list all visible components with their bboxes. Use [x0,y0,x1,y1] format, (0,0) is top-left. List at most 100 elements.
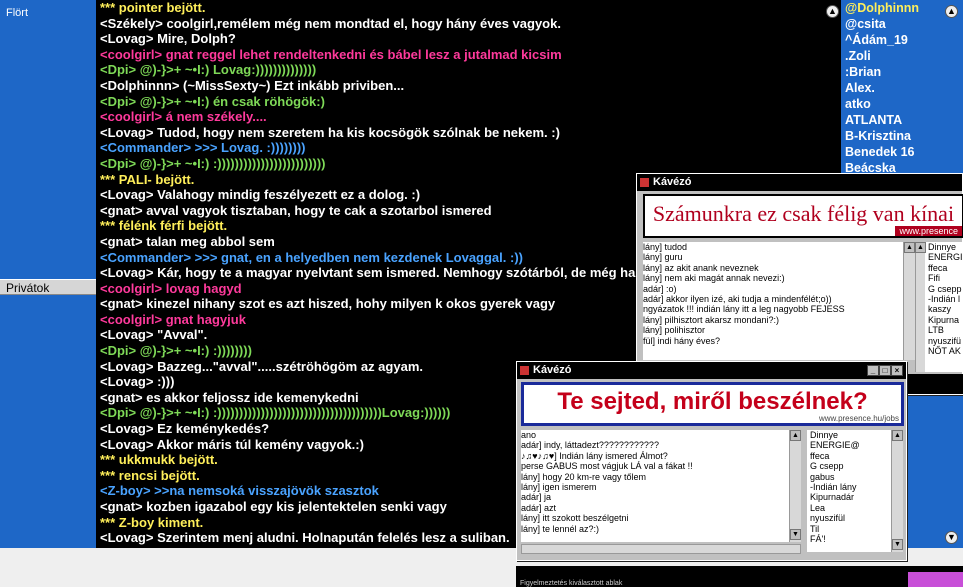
window-user-item[interactable]: nyuszifü [925,336,963,346]
window-user-item[interactable]: ffeca [807,451,891,461]
user-scroll-up-icon[interactable]: ▲ [892,430,903,441]
chat-line: <Lovag> Mire, Dolph? [100,31,236,47]
nick-item[interactable]: :Brian [845,64,963,80]
maximize-button[interactable]: □ [879,365,891,376]
window-user-item[interactable]: Dinnye [925,242,963,252]
chat-line: <Lovag> Tudod, hogy nem szeretem ha kis … [100,124,560,140]
chat-line: <Dpi> @)-}>+ ~•I:) Lovag:)))))))))))))) [100,62,317,78]
window-user-item[interactable]: LTB [925,325,963,335]
ad-banner[interactable]: Számunkra ez csak félig van kínai www.pr… [643,194,963,238]
chat-line: <Dolphinnn> (~MissSexty~) Ezt inkább pri… [100,77,405,93]
window-title: Kávézó [653,176,692,188]
window-chat-line: fül] indi hány éves? [643,335,721,346]
window-user-item[interactable]: nyuszifül [807,513,891,523]
left-panel: Flört Privátok [0,0,96,548]
status-text: Figyelmeztetés kiválasztott ablak [520,580,623,587]
window-user-item[interactable]: -Indián l [925,294,963,304]
window-user-item[interactable]: NŐT AK [925,346,963,356]
scroll-down-icon[interactable]: ▼ [790,529,801,540]
nick-scroll-down-icon[interactable]: ▼ [945,531,958,544]
window-chat-line: adár] akkor ilyen izé, aki tudja a minde… [643,294,832,305]
window-chat-line: lány] igen ismerem [521,482,597,493]
chat-line: *** pointer bejött. [100,0,206,15]
window-user-item[interactable]: -Indián lány [807,482,891,492]
nick-scroll-up-icon[interactable]: ▲ [945,5,958,18]
window-chat-scrollbar[interactable]: ▲ ▼ [789,430,801,542]
window-icon [640,178,649,187]
window-user-item[interactable]: Lea [807,503,891,513]
window-chat-line: lány] pilhisztort akarsz mondani?:) [643,314,780,325]
window-user-item[interactable]: ENERGIE [925,252,963,262]
window-chat-line: adár] indy, láttadezt???????????? [521,440,659,451]
window-chat-line: adár] azt [521,502,557,513]
private-messages-tab[interactable]: Privátok [0,279,96,295]
window-chat-log: lány] tudod lány] guru lány] az akit anank… [643,242,903,360]
window-user-list[interactable]: DinnyeENERGIEffecaFifiG csepp-Indián lka… [925,242,963,372]
nick-item[interactable]: atko [845,96,963,112]
window-icon [520,366,529,375]
window-user-item[interactable]: G csepp [807,461,891,471]
kavezo-window-front[interactable]: Kávézó _ □ × Te sejted, miről beszélnek?… [516,361,907,561]
window-titlebar[interactable]: Kávézó _ □ × [517,362,906,379]
window-chat-scrollbar[interactable]: ▲ [903,242,915,360]
user-list-scrollbar[interactable]: ▲ ▼ [891,430,903,552]
nick-item[interactable]: ^Ádám_19 [845,32,963,48]
window-user-list[interactable]: Dinnye ENERGIE@ ffeca G csepp gabus -Indián l… [807,430,891,552]
window-chat-line: lány] az akit anank neveznek [643,262,759,273]
chat-scroll-up-icon[interactable]: ▲ [826,5,839,18]
nick-item[interactable]: B-Krisztina [845,128,963,144]
window-chat-line: ♪♫♥♪♫♥] Indián lány ismered Álmot? [521,450,668,461]
user-scroll-down-icon[interactable]: ▼ [892,539,903,550]
nick-item[interactable]: ATLANTA [845,112,963,128]
window-user-item[interactable]: G csepp [925,284,963,294]
window-chat-line: lány] nem aki magát annak nevezi:) [643,273,785,284]
window-chat-line: ngyázatok !!! indián lány itt a leg nagy… [643,304,845,315]
window-user-item[interactable]: FÁ'! [807,534,891,544]
window-titlebar[interactable]: Kávézó [637,174,962,191]
chat-line: <Dpi> @)-}>+ ~•I:) én csak röhögök:) [100,93,325,109]
window-chat-line: adár] ja [521,492,552,503]
chat-line: <Commander> >>> Lovag. :)))))))) [100,140,306,156]
window-user-item[interactable]: Dinnye [807,430,891,440]
window-chat-line: lány] polihisztor [643,325,706,336]
chat-line: <Dpi> @)-}>+ ~•I:) :))))))))))))))))))))… [100,155,326,171]
banner-url: www.presence [895,226,962,236]
window-chat-line: adár] :o) [643,283,677,294]
window-user-item[interactable]: ffeca [925,263,963,273]
window-chat-line: lány] itt szokott beszélgetni [521,513,629,524]
window-chat-log: ano adár] indy, láttadezt???????????? ♪♫♥♪… [521,430,789,542]
window-user-item[interactable]: Fifi [925,273,963,283]
status-bar: Figyelmeztetés kiválasztott ablak [516,566,963,587]
flort-label[interactable]: Flört [6,7,28,19]
nick-item[interactable]: @csita [845,16,963,32]
window-chat-line: lány] te lennél az?:) [521,523,600,534]
scroll-up-icon[interactable]: ▲ [904,242,915,253]
window-chat-line: perse GABUS most vágjuk LÁ val a fákat !… [521,461,693,472]
chat-line: <coolgirl> á nem székely.... [100,109,267,125]
window-chat-line: ano [521,430,537,440]
window-user-item[interactable]: Kipurna [925,315,963,325]
close-button[interactable]: × [891,365,903,376]
scroll-up-icon[interactable]: ▲ [790,430,801,441]
window-chat-line: lány] guru [643,252,683,263]
nick-item[interactable]: Alex. [845,80,963,96]
ad-banner[interactable]: Te sejted, miről beszélnek? www.presence… [521,382,904,426]
nick-item[interactable]: .Zoli [845,48,963,64]
window-user-item[interactable]: gabus [807,472,891,482]
user-scroll-up-icon[interactable]: ▲ [915,242,926,253]
nick-item[interactable]: Benedek 16 [845,144,963,160]
accent-block [908,572,963,587]
chat-line: <coolgirl> gnat reggel lehet rendeltenke… [100,46,562,62]
window-user-item[interactable]: ENERGIE@ [807,440,891,450]
window-user-item[interactable]: Kipurnadár [807,492,891,502]
horizontal-scrollbar[interactable] [521,544,801,554]
user-list-scrollbar[interactable]: ▲ [915,242,926,372]
minimize-button[interactable]: _ [867,365,879,376]
window-title: Kávézó [533,364,572,376]
window-chat-line: lány] hogy 20 km-re vagy tőlem [521,471,647,482]
chat-line: <Székely> coolgirl,remélem még nem mondt… [100,15,561,31]
window-user-item[interactable]: Til [807,524,891,534]
window-chat-line: lány] tudod [643,242,688,252]
banner-url: www.presence.hu/jobs [818,414,899,423]
window-user-item[interactable]: kaszy [925,304,963,314]
